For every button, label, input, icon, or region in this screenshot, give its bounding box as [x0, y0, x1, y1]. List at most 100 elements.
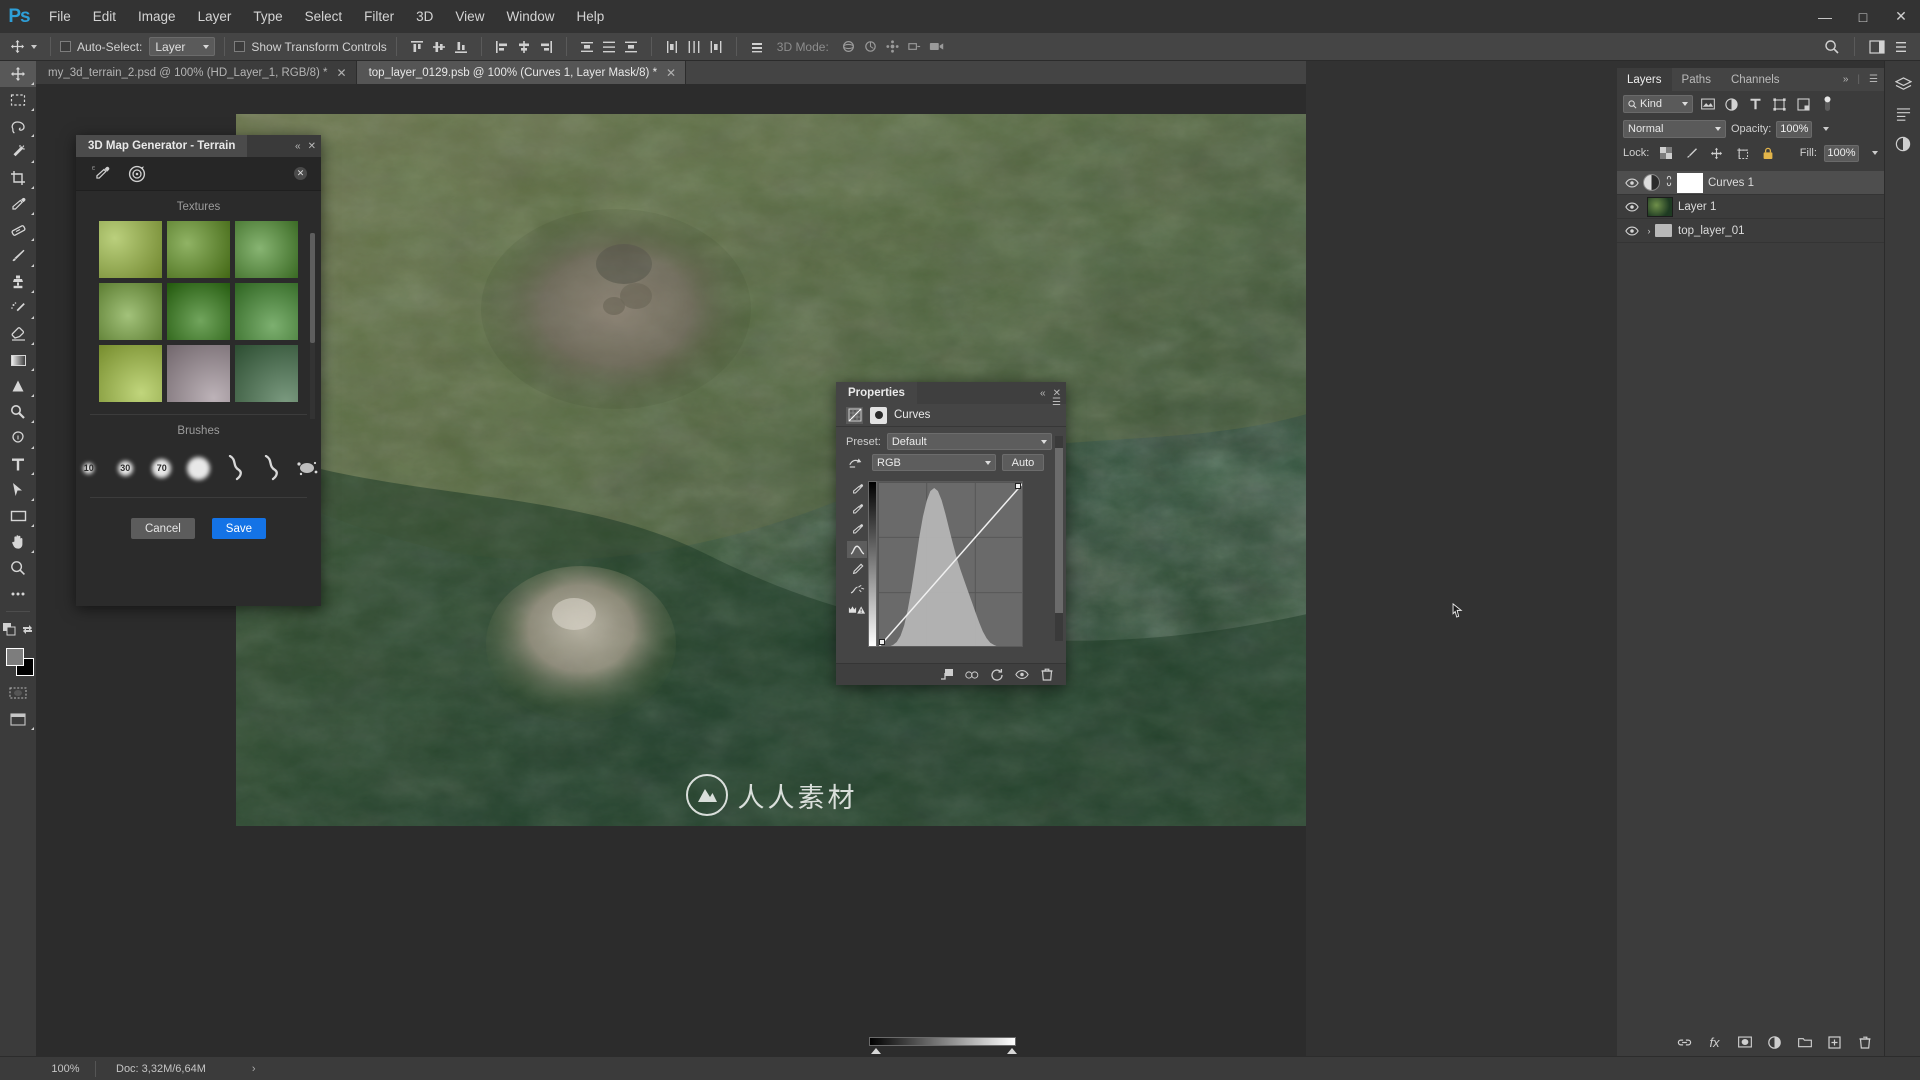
smooth-curve-icon[interactable]: [847, 581, 867, 598]
layer-mask-thumbnail[interactable]: [1677, 172, 1703, 193]
auto-select-scope-select[interactable]: Layer: [149, 37, 216, 56]
lock-artboard-nesting-icon[interactable]: [1733, 144, 1752, 163]
document-tab[interactable]: my_3d_terrain_2.psd @ 100% (HD_Layer_1, …: [36, 61, 357, 84]
properties-tab[interactable]: Properties: [836, 382, 917, 404]
gray-point-eyedropper-icon[interactable]: [847, 501, 867, 518]
filter-kind-select[interactable]: Kind: [1623, 95, 1693, 113]
align-right-edges-icon[interactable]: [535, 36, 557, 58]
document-image[interactable]: 人人素材: [236, 114, 1306, 826]
layers-dock-icon[interactable]: [1885, 69, 1920, 99]
on-image-adjust-icon[interactable]: [846, 454, 866, 471]
tab-layers[interactable]: Layers: [1617, 68, 1672, 91]
fill-chevron-icon[interactable]: [1872, 151, 1879, 155]
layer-visibility-icon[interactable]: [1621, 202, 1643, 212]
distribute-horizontal-centers-icon[interactable]: [683, 36, 705, 58]
menu-item-type[interactable]: Type: [242, 0, 293, 33]
tool-crop-tool[interactable]: [0, 165, 36, 191]
close-button[interactable]: ✕: [1882, 0, 1920, 33]
distribute-left-icon[interactable]: [661, 36, 683, 58]
3d-camera-icon[interactable]: [926, 36, 948, 58]
menu-item-help[interactable]: Help: [565, 0, 615, 33]
properties-scrollbar[interactable]: [1055, 436, 1063, 641]
3d-orbit-icon[interactable]: [838, 36, 860, 58]
filter-toggle-icon[interactable]: [1818, 95, 1837, 114]
fill-value-input[interactable]: 100%: [1823, 144, 1860, 162]
link-layers-icon[interactable]: [1677, 1035, 1692, 1050]
adjustment-layer-icon[interactable]: [1643, 174, 1660, 191]
brush-preset[interactable]: [186, 453, 212, 483]
distribute-right-icon[interactable]: [705, 36, 727, 58]
default-colors-icon[interactable]: [0, 616, 18, 642]
tool-gradient-tool[interactable]: [0, 347, 36, 373]
tool-magic-wand-tool[interactable]: [0, 139, 36, 165]
properties-scrollbar-thumb[interactable]: [1055, 448, 1063, 613]
curve-white-point-handle[interactable]: [1015, 483, 1021, 489]
lock-transparent-pixels-icon[interactable]: [1656, 144, 1675, 163]
tool-brush-tool[interactable]: [0, 243, 36, 269]
status-bar-menu-arrow[interactable]: ›: [252, 1063, 256, 1075]
blend-mode-select[interactable]: Normal: [1623, 120, 1726, 138]
layer-row[interactable]: › top_layer_01: [1617, 219, 1884, 243]
align-distribute-options-icon[interactable]: [746, 36, 768, 58]
target-preset-icon[interactable]: [126, 163, 148, 185]
tool-pen-tool[interactable]: [0, 425, 36, 451]
delete-adjustment-icon[interactable]: [1040, 668, 1054, 682]
layer-visibility-icon[interactable]: [1621, 226, 1643, 236]
cancel-button[interactable]: Cancel: [130, 518, 195, 539]
highlight-input-slider[interactable]: [1007, 1048, 1017, 1054]
layer-style-icon[interactable]: fx: [1707, 1035, 1722, 1050]
tool-preset-chevron-icon[interactable]: [31, 44, 37, 49]
menu-item-file[interactable]: File: [38, 0, 82, 33]
texture-swatch[interactable]: [167, 221, 230, 278]
collapse-icon[interactable]: «: [295, 141, 301, 152]
layer-visibility-icon[interactable]: [1621, 178, 1643, 188]
options-menu-icon[interactable]: [1890, 36, 1912, 58]
layers-panel-menu-icon[interactable]: ☰: [1869, 74, 1878, 85]
document-tab[interactable]: top_layer_0129.psb @ 100% (Curves 1, Lay…: [356, 61, 687, 84]
distribute-vertical-centers-icon[interactable]: [598, 36, 620, 58]
maximize-button[interactable]: □: [1844, 0, 1882, 33]
curves-graph[interactable]: [877, 481, 1023, 647]
brush-preset[interactable]: 10: [76, 453, 102, 483]
lock-all-icon[interactable]: [1758, 144, 1777, 163]
menu-item-layer[interactable]: Layer: [187, 0, 243, 33]
properties-menu-icon[interactable]: ☰: [1052, 397, 1061, 408]
channel-select[interactable]: RGB: [872, 454, 996, 471]
tab-paths[interactable]: Paths: [1672, 68, 1721, 91]
menu-item-3d[interactable]: 3D: [405, 0, 444, 33]
tool-blur-tool[interactable]: [0, 373, 36, 399]
tab-channels[interactable]: Channels: [1721, 68, 1790, 91]
curve-point-tool-icon[interactable]: [847, 541, 867, 558]
menu-item-select[interactable]: Select: [294, 0, 354, 33]
preset-select[interactable]: Default: [886, 433, 1052, 450]
document-tab-close-icon[interactable]: ✕: [666, 67, 676, 79]
tool-history-brush-tool[interactable]: [0, 295, 36, 321]
properties-panel[interactable]: Properties « ✕ ☰ Curves Preset: Default: [836, 382, 1066, 1054]
mask-link-icon[interactable]: [1663, 175, 1674, 190]
texture-swatch[interactable]: [235, 345, 298, 402]
align-bottom-edges-icon[interactable]: [450, 36, 472, 58]
new-group-icon[interactable]: [1797, 1035, 1812, 1050]
quick-mask-icon[interactable]: [0, 680, 36, 706]
zoom-level[interactable]: 100%: [36, 1060, 96, 1077]
tool-healing-brush-tool[interactable]: [0, 217, 36, 243]
map-generator-panel[interactable]: 3D Map Generator - Terrain « ✕ E ✕ Textu…: [76, 135, 321, 606]
texture-swatch[interactable]: [99, 221, 162, 278]
pencil-tool-icon[interactable]: [847, 561, 867, 578]
menu-item-edit[interactable]: Edit: [82, 0, 127, 33]
align-top-edges-icon[interactable]: [406, 36, 428, 58]
color-picker-eyedropper-icon[interactable]: E: [90, 163, 112, 185]
filter-adjustment-layers-icon[interactable]: [1722, 95, 1741, 114]
tool-clone-stamp-tool[interactable]: [0, 269, 36, 295]
layer-row[interactable]: Curves 1: [1617, 171, 1884, 195]
show-transform-checkbox[interactable]: [234, 41, 246, 52]
distribute-top-icon[interactable]: [576, 36, 598, 58]
layer-row[interactable]: Layer 1: [1617, 195, 1884, 219]
color-swatches[interactable]: [0, 646, 36, 680]
texture-swatch[interactable]: [235, 283, 298, 340]
opacity-value-input[interactable]: 100%: [1776, 120, 1813, 138]
brush-preset[interactable]: 30: [113, 453, 139, 483]
texture-swatch[interactable]: [167, 283, 230, 340]
filter-type-layers-icon[interactable]: [1746, 95, 1765, 114]
tool-edit-toolbar-tool[interactable]: [0, 581, 36, 607]
